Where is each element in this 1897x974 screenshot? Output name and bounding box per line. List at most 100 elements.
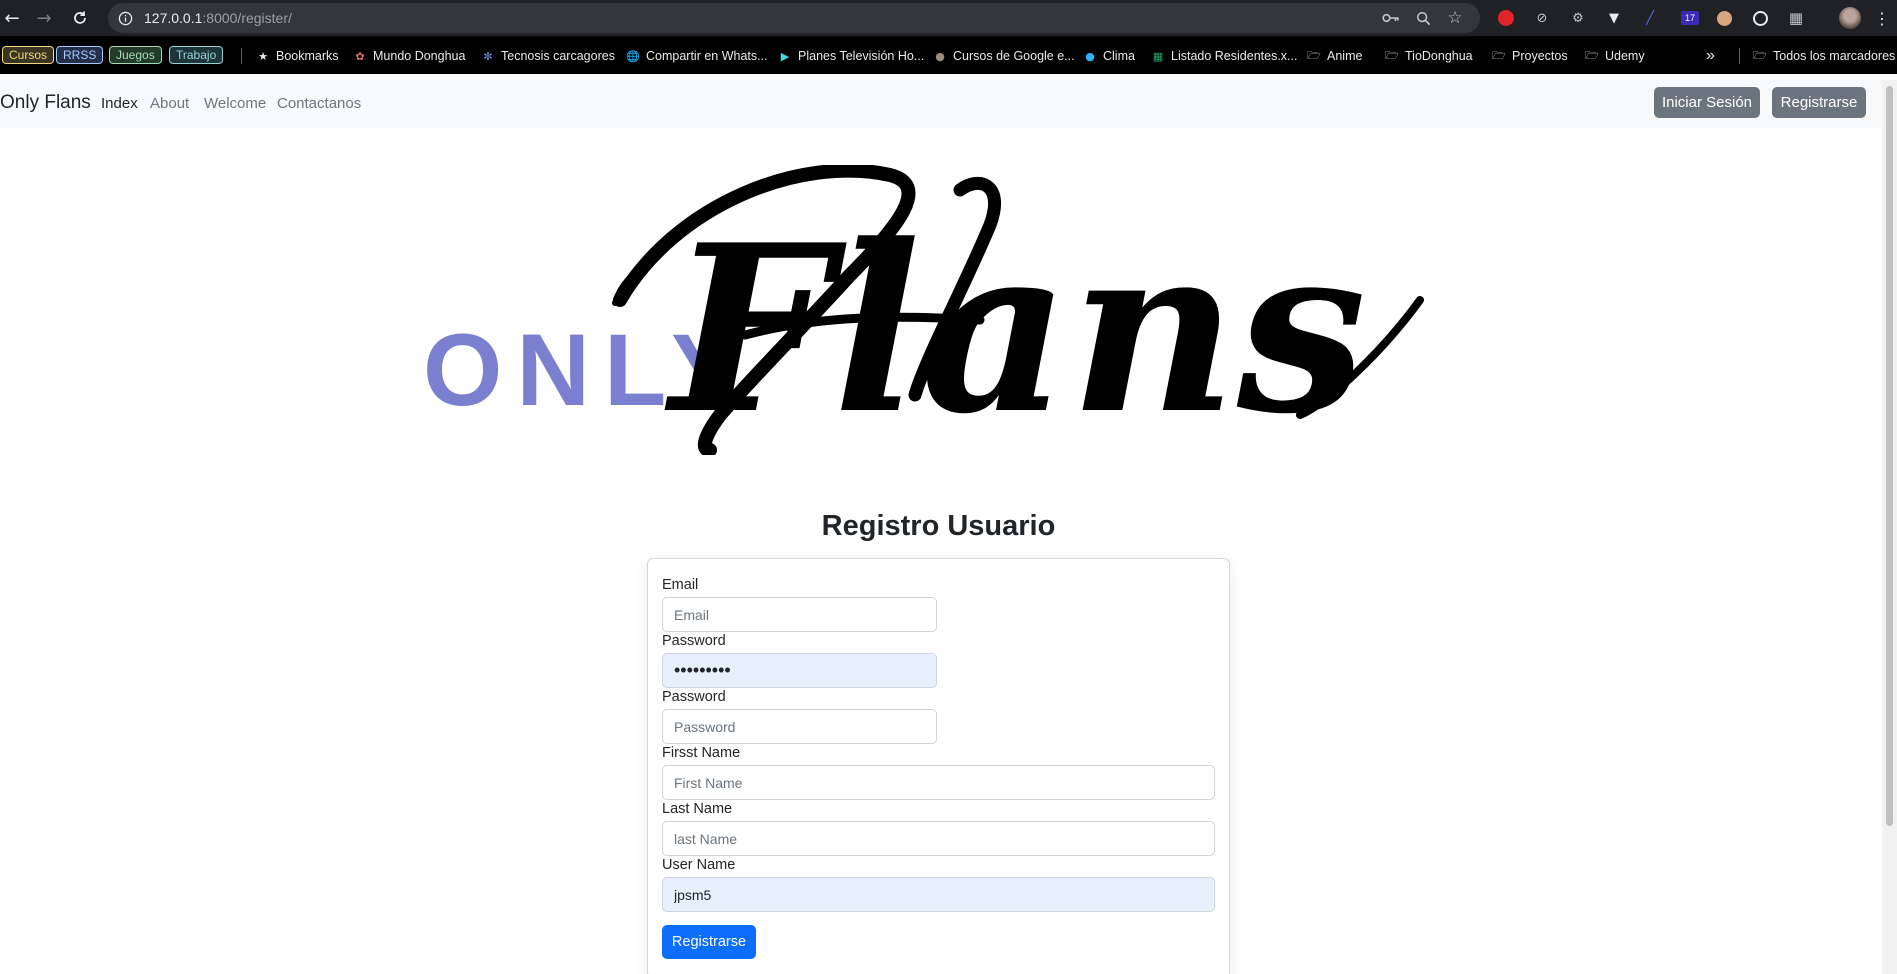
username-field[interactable]: [662, 877, 1215, 912]
extension-calendar-button[interactable]: 17: [1680, 8, 1700, 28]
page-scrollbar[interactable]: [1882, 80, 1897, 974]
bookmark-folder-anime[interactable]: 🗁 Anime: [1307, 46, 1362, 66]
bookmark-group-trabajo[interactable]: Trabajo: [169, 46, 224, 64]
bookmark-folder-udemy[interactable]: 🗁 Udemy: [1585, 46, 1645, 66]
bookmark-cursos-google[interactable]: ● Cursos de Google e...: [933, 46, 1075, 66]
puzzle-icon: ▦: [1788, 9, 1804, 27]
site-favicon-icon: ✼: [483, 49, 493, 63]
bookmark-listado-residentes[interactable]: ▦ Listado Residentes.x...: [1151, 46, 1298, 66]
bookmark-all-bookmarks[interactable]: 🗁 Todos los marcadores: [1753, 46, 1895, 66]
bookmark-label: Listado Residentes.x...: [1171, 49, 1298, 63]
bookmark-folder-tiodonghua[interactable]: 🗁 TioDonghua: [1385, 46, 1473, 66]
folder-icon: 🗁: [1307, 48, 1321, 62]
bookmark-label: Clima: [1103, 49, 1135, 63]
url-text[interactable]: 127.0.0.1:8000/register/: [144, 10, 292, 26]
bookmark-group-cursos[interactable]: Cursos: [2, 46, 55, 64]
page-title: Registro Usuario: [821, 510, 1056, 542]
bookmark-label: Udemy: [1605, 49, 1645, 63]
extension-blocker-button[interactable]: ⊘: [1532, 8, 1552, 28]
site-favicon-icon: ✿: [355, 49, 365, 63]
gear-icon: ⚙: [1572, 10, 1584, 26]
bookmark-label: Compartir en Whats...: [646, 49, 768, 63]
bookmark-label: Planes Televisión Ho...: [798, 49, 925, 63]
extension-pen-button[interactable]: ╱: [1640, 8, 1660, 28]
bookmarks-divider: [241, 48, 242, 64]
bookmark-label: Cursos de Google e...: [953, 49, 1075, 63]
extensions-menu-button[interactable]: ▦: [1786, 8, 1806, 28]
folder-icon: 🗁: [1753, 48, 1767, 62]
extension-circle-button[interactable]: [1750, 8, 1770, 28]
zoom-icon: [1416, 11, 1430, 25]
pen-icon: ╱: [1646, 10, 1654, 26]
bookmark-planes-television[interactable]: ▶ Planes Televisión Ho...: [778, 46, 924, 66]
password-field[interactable]: [662, 653, 937, 688]
register-form-card: Email Password Password Firsst Name Last…: [647, 558, 1230, 974]
nav-link-welcome[interactable]: Welcome: [204, 95, 266, 112]
logo-flans-text: Flans: [664, 195, 1366, 455]
bookmark-star-button[interactable]: ☆: [1446, 8, 1464, 28]
bookmarks-bar: Cursos RRSS Juegos Trabajo ★ Bookmarks ✿ M…: [0, 36, 1897, 74]
back-button[interactable]: ←: [0, 6, 24, 30]
site-info-button[interactable]: [116, 9, 134, 27]
only-flans-logo: ONLY Flans: [423, 165, 1424, 455]
bookmark-group-juegos[interactable]: Juegos: [109, 46, 162, 64]
browser-menu-button[interactable]: ⋮: [1872, 8, 1892, 28]
zoom-button[interactable]: [1414, 9, 1432, 27]
password-confirm-label: Password: [662, 689, 726, 705]
chevron-double-right-icon: »: [1706, 47, 1715, 64]
address-bar[interactable]: 127.0.0.1:8000/register/ ☆: [108, 3, 1480, 33]
first-name-field[interactable]: [662, 765, 1215, 800]
bookmark-clima[interactable]: ● Clima: [1083, 46, 1135, 66]
info-icon: [118, 11, 132, 25]
extension-avatar-button[interactable]: [1714, 8, 1734, 28]
face-icon: [1716, 10, 1732, 26]
scrollbar-thumb[interactable]: [1886, 86, 1893, 826]
profile-button[interactable]: [1838, 6, 1862, 30]
key-icon: [1382, 13, 1399, 23]
bookmark-label: Bookmarks: [276, 49, 339, 63]
email-field[interactable]: [662, 597, 937, 632]
password-confirm-field[interactable]: [662, 709, 937, 744]
bookmark-tecnosis[interactable]: ✼ Tecnosis carcagores: [481, 46, 615, 66]
bookmark-mundo-donghua[interactable]: ✿ Mundo Donghua: [353, 46, 465, 66]
first-name-label: Firsst Name: [662, 745, 741, 761]
site-favicon-icon: ●: [935, 49, 945, 63]
email-label: Email: [662, 577, 699, 593]
vue-icon: ▼: [1609, 10, 1619, 26]
avatar: [1839, 7, 1861, 29]
folder-icon: 🗁: [1385, 48, 1399, 62]
reload-icon: [74, 11, 86, 24]
sheets-icon: ▦: [1152, 49, 1164, 63]
bookmark-label: Todos los marcadores: [1773, 49, 1896, 63]
nav-link-about[interactable]: About: [150, 95, 189, 112]
globe-icon: 🌐: [626, 49, 640, 63]
bookmark-folder-proyectos[interactable]: 🗁 Proyectos: [1492, 46, 1567, 66]
opera-extension-icon: [1498, 10, 1514, 26]
nav-link-contactanos[interactable]: Contactanos: [277, 95, 361, 112]
password-label: Password: [662, 633, 726, 649]
register-button[interactable]: Registrarse: [1772, 87, 1866, 118]
reload-button[interactable]: [68, 6, 92, 30]
bookmarks-overflow-button[interactable]: »: [1706, 46, 1715, 66]
login-button[interactable]: Iniciar Sesión: [1654, 87, 1760, 118]
password-manager-button[interactable]: [1382, 9, 1400, 27]
bookmark-label: Anime: [1327, 49, 1363, 63]
last-name-field[interactable]: [662, 821, 1215, 856]
bookmark-compartir-whatsapp[interactable]: 🌐 Compartir en Whats...: [626, 46, 768, 66]
extension-vue-button[interactable]: ▼: [1604, 8, 1624, 28]
nav-link-index[interactable]: Index: [101, 95, 138, 112]
bookmark-bookmarks[interactable]: ★ Bookmarks: [256, 46, 339, 66]
url-host: 127.0.0.1: [144, 10, 203, 26]
navbar-brand[interactable]: Only Flans: [0, 92, 91, 114]
circle-icon: [1752, 10, 1768, 26]
forward-button[interactable]: →: [32, 6, 56, 30]
bookmark-label: Tecnosis carcagores: [501, 49, 615, 63]
submit-register-button[interactable]: Registrarse: [662, 925, 756, 959]
block-icon: ⊘: [1536, 10, 1548, 26]
extension-settings-button[interactable]: ⚙: [1568, 8, 1588, 28]
bookmark-label: TioDonghua: [1405, 49, 1473, 63]
bookmark-group-rrss[interactable]: RRSS: [56, 46, 104, 64]
logo-flans-script: Flans: [612, 165, 1424, 455]
star-icon: ★: [258, 49, 268, 63]
extension-opera-button[interactable]: [1496, 8, 1516, 28]
